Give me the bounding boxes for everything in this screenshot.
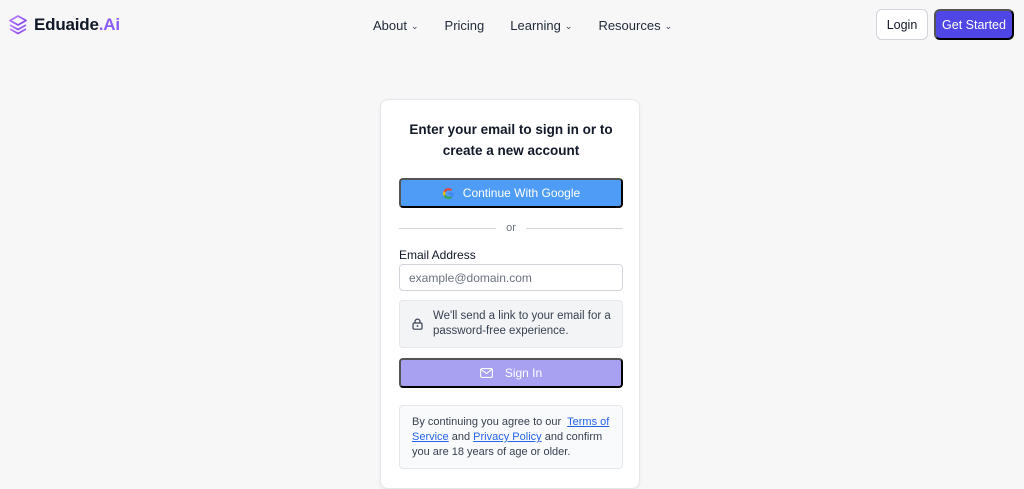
- terms-and: and: [451, 431, 471, 443]
- mail-icon: [479, 368, 493, 378]
- brand-logo[interactable]: Eduaide.Ai: [8, 12, 120, 38]
- divider-text: or: [506, 222, 516, 234]
- terms-notice: By continuing you agree to our Terms of …: [399, 405, 623, 469]
- info-notice: We'll send a link to your email for a pa…: [399, 300, 623, 348]
- continue-with-google-button[interactable]: Continue With Google: [399, 178, 623, 208]
- google-icon: [442, 187, 454, 199]
- top-navigation-bar: Eduaide.Ai About ⌄ Pricing Learning ⌄ Re…: [0, 0, 1024, 50]
- nav-item-label: Pricing: [444, 17, 485, 33]
- email-label: Email Address: [399, 248, 476, 262]
- email-field[interactable]: [399, 264, 623, 291]
- brand-name: Eduaide.Ai: [34, 15, 120, 35]
- nav-item-label: Learning: [510, 17, 561, 33]
- signin-title: Enter your email to sign in or to create…: [409, 122, 613, 158]
- chevron-down-icon: ⌄: [410, 20, 419, 31]
- info-text: We'll send a link to your email for a pa…: [433, 310, 611, 337]
- layers-icon: [9, 15, 27, 35]
- login-button[interactable]: Login: [876, 9, 928, 40]
- brand-name-main: Eduaide: [34, 15, 99, 34]
- nav-item-about[interactable]: About ⌄: [373, 18, 419, 33]
- divider-line: [525, 227, 623, 229]
- brand-name-accent: .Ai: [98, 15, 120, 34]
- nav-item-label: Resources: [598, 17, 661, 33]
- sign-in-button[interactable]: Sign In: [399, 358, 623, 388]
- lock-icon: [412, 318, 423, 330]
- chevron-down-icon: ⌄: [564, 20, 573, 31]
- nav-item-pricing[interactable]: Pricing: [445, 18, 485, 33]
- chevron-down-icon: ⌄: [664, 20, 673, 31]
- nav-item-learning[interactable]: Learning ⌄: [510, 18, 572, 33]
- divider-line: [399, 227, 497, 229]
- or-divider: or: [399, 221, 623, 235]
- google-button-label: Continue With Google: [462, 186, 581, 200]
- get-started-button[interactable]: Get Started: [934, 9, 1014, 40]
- privacy-policy-link[interactable]: Privacy Policy: [473, 431, 541, 443]
- sign-in-label: Sign In: [504, 366, 543, 380]
- terms-prefix: By continuing you agree to our: [412, 416, 562, 428]
- signin-card: Enter your email to sign in or to create…: [380, 99, 640, 489]
- nav-item-label: About: [373, 17, 407, 33]
- nav-item-resources[interactable]: Resources ⌄: [598, 18, 672, 33]
- main-nav: About ⌄ Pricing Learning ⌄ Resources ⌄: [373, 16, 672, 34]
